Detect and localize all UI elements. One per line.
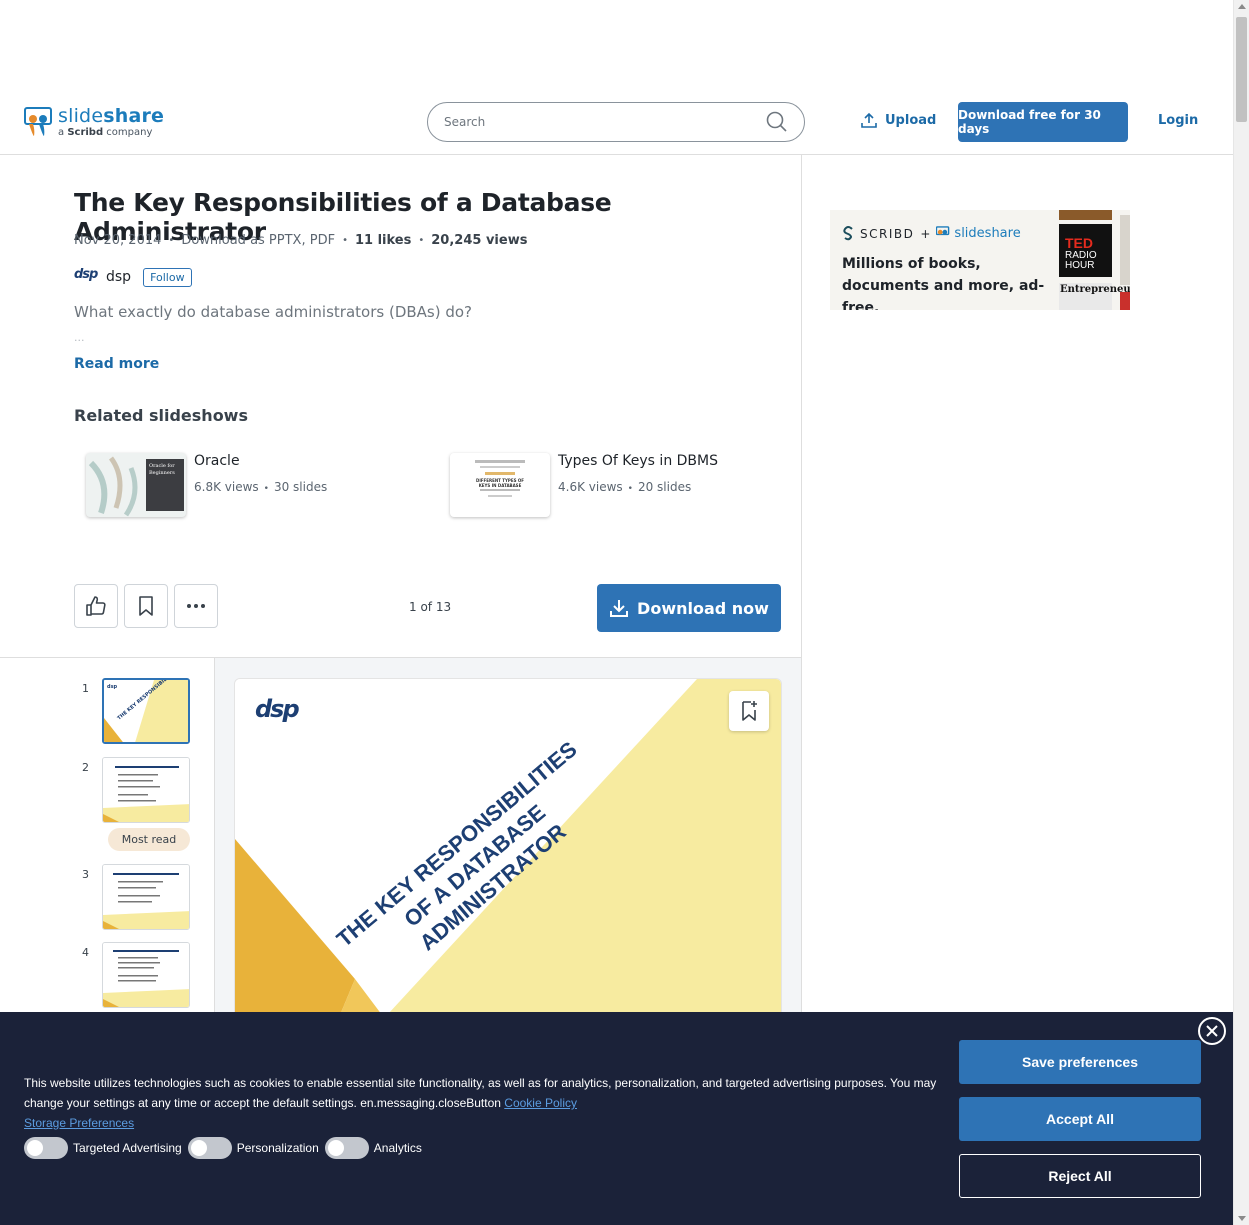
thumbnail-number: 2 xyxy=(82,761,89,774)
thumbnail-number: 4 xyxy=(82,946,89,959)
download-formats-link[interactable]: Download as PPTX, PDF xyxy=(181,233,335,248)
cookie-message: This website utilizes technologies such … xyxy=(24,1076,937,1130)
toggle-label: Analytics xyxy=(373,1141,422,1155)
author-name[interactable]: dsp xyxy=(106,269,131,285)
site-header: slideshare a Scribd company Upload Downl… xyxy=(0,89,1233,155)
related-title[interactable]: Oracle xyxy=(194,453,327,469)
personalization-toggle[interactable] xyxy=(187,1137,232,1159)
svg-text:dsp: dsp xyxy=(107,684,118,690)
ad-book-covers: TED RADIO HOUR Entrepreneur xyxy=(1059,210,1130,310)
more-options-button[interactable] xyxy=(174,584,218,628)
upload-button[interactable]: Upload xyxy=(861,112,936,128)
action-buttons xyxy=(74,584,224,628)
most-read-badge: Most read xyxy=(108,828,190,851)
more-icon xyxy=(187,604,205,608)
analytics-toggle[interactable] xyxy=(324,1137,369,1159)
description: What exactly do database administrators … xyxy=(74,303,473,321)
related-slides: 20 slides xyxy=(637,480,692,494)
logo-tagline: a Scribd company xyxy=(58,127,153,138)
save-button[interactable] xyxy=(124,584,168,628)
slideshare-logo-icon xyxy=(936,226,950,236)
page-scrollbar[interactable] xyxy=(1233,0,1249,1225)
search-input[interactable] xyxy=(444,115,766,129)
cookie-policy-link[interactable]: Cookie Policy xyxy=(504,1096,577,1110)
scroll-up-icon[interactable] xyxy=(1238,4,1246,9)
cookie-toggles: Targeted Advertising Personalization Ana… xyxy=(24,1137,428,1159)
related-item-oracle[interactable]: Oracle for Beginners Oracle 6.8K views • 3… xyxy=(86,453,327,517)
thumbs-up-icon xyxy=(86,596,106,616)
thumbnail-slide-3[interactable] xyxy=(102,864,190,930)
cookie-banner: This website utilizes technologies such … xyxy=(0,1012,1233,1225)
toggle-label: Personalization xyxy=(236,1141,319,1155)
page-counter: 1 of 13 xyxy=(409,600,452,614)
scroll-down-icon[interactable] xyxy=(1238,1216,1246,1221)
related-views: 6.8K views xyxy=(194,480,259,494)
storage-preferences-link[interactable]: Storage Preferences xyxy=(24,1116,134,1130)
accept-all-button[interactable]: Accept All xyxy=(959,1097,1201,1141)
likes-count: 11 likes xyxy=(354,233,412,248)
scrollbar-thumb[interactable] xyxy=(1236,17,1247,122)
related-views: 4.6K views xyxy=(558,480,623,494)
views-count: 20,245 views xyxy=(431,233,528,248)
related-title[interactable]: Types Of Keys in DBMS xyxy=(558,453,718,469)
upload-label: Upload xyxy=(885,112,937,128)
document-meta: Nov 20, 2014 • Download as PPTX, PDF • 1… xyxy=(74,233,528,248)
logo-wordmark: slideshare xyxy=(58,105,165,127)
targeted-advertising-toggle[interactable] xyxy=(24,1137,68,1159)
related-item-types-of-keys[interactable]: DIFFERENT TYPES OF KEYS IN DATABASE Type… xyxy=(450,453,718,517)
download-now-button[interactable]: Download now xyxy=(597,584,781,632)
save-preferences-button[interactable]: Save preferences xyxy=(959,1040,1201,1084)
thumbnail-number: 1 xyxy=(82,682,89,695)
scribd-ad[interactable]: SCRIBD + slideshare Millions of books, d… xyxy=(830,210,1130,310)
author-row: dsp dsp Follow xyxy=(74,267,192,287)
thumbnail-slide-4[interactable] xyxy=(102,942,190,1008)
publish-date: Nov 20, 2014 xyxy=(74,233,162,248)
related-heading: Related slideshows xyxy=(74,406,248,425)
upload-icon xyxy=(861,112,877,128)
slideshare-logo[interactable]: slideshare a Scribd company xyxy=(24,106,164,139)
avatar[interactable]: dsp xyxy=(74,267,98,287)
description-ellipsis: ... xyxy=(74,331,85,344)
slide-bookmark-button[interactable] xyxy=(729,691,769,731)
ad-text: Millions of books, documents and more, a… xyxy=(842,256,1045,310)
ad-logos: SCRIBD + slideshare xyxy=(842,226,1021,241)
related-thumb-title: Oracle for Beginners xyxy=(149,463,175,476)
read-more-link[interactable]: Read more xyxy=(74,356,159,372)
download-free-trial-button[interactable]: Download free for 30 days xyxy=(958,102,1128,142)
slideshare-logo-icon xyxy=(24,106,54,138)
reject-all-button[interactable]: Reject All xyxy=(959,1154,1201,1198)
search-icon[interactable] xyxy=(766,111,788,133)
cookie-close-button[interactable] xyxy=(1198,1017,1226,1045)
related-thumbnail[interactable]: DIFFERENT TYPES OF KEYS IN DATABASE xyxy=(450,453,550,517)
bookmark-icon xyxy=(139,596,153,616)
bookmark-add-icon xyxy=(742,701,757,721)
login-link[interactable]: Login xyxy=(1158,113,1198,128)
thumbnail-number: 3 xyxy=(82,868,89,881)
related-thumbnail[interactable]: Oracle for Beginners xyxy=(86,453,186,517)
scribd-logo-icon xyxy=(843,226,853,241)
slide-logo: dsp xyxy=(255,695,300,723)
thumbnail-slide-1[interactable]: dsp THE KEY RESPONSIBILITIES xyxy=(102,678,190,744)
search-box[interactable] xyxy=(427,102,805,142)
current-slide[interactable]: dsp THE KEY RESPONSIBILITIES OF A DATABA… xyxy=(234,678,782,1038)
thumbnail-slide-2[interactable] xyxy=(102,757,190,823)
related-slides: 30 slides xyxy=(273,480,328,494)
related-thumb-title: DIFFERENT TYPES OF KEYS IN DATABASE xyxy=(476,478,524,488)
toggle-label: Targeted Advertising xyxy=(73,1141,182,1155)
follow-button[interactable]: Follow xyxy=(143,267,192,287)
download-icon xyxy=(610,600,629,617)
like-button[interactable] xyxy=(74,584,118,628)
close-icon xyxy=(1206,1025,1218,1037)
download-now-label: Download now xyxy=(637,598,769,618)
